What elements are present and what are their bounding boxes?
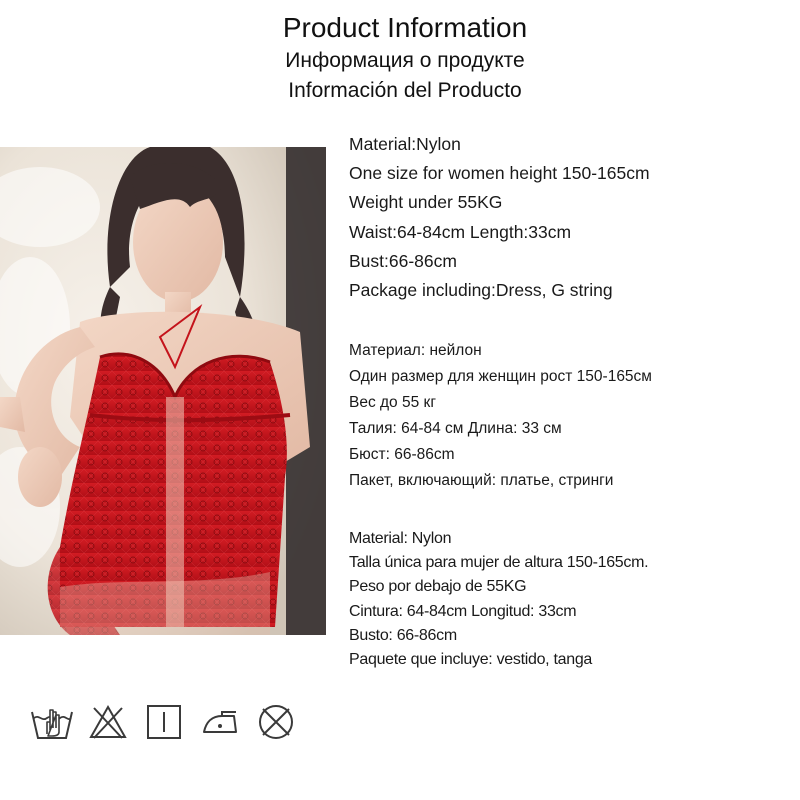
spec-package-es: Paquete que incluye: vestido, tanga xyxy=(349,651,593,669)
care-instructions xyxy=(30,700,298,744)
spec-waist-length-ru: Талия: 64-84 см Длина: 33 см xyxy=(349,420,562,437)
specs-spanish: Material: Nylon Talla única para mujer d… xyxy=(349,527,649,672)
spec-size: One size for women height 150-165cm xyxy=(349,163,650,184)
page-title-russian: Информация о продукте xyxy=(285,49,525,72)
spec-weight-es: Peso por debajo de 55KG xyxy=(349,578,527,596)
spec-material-es: Material: Nylon xyxy=(349,530,452,547)
spec-bust-es: Busto: 66-86cm xyxy=(349,626,457,644)
spec-bust-ru: Бюст: 66-86cm xyxy=(349,446,455,463)
spec-size-es: Talla única para mujer de altura 150-165… xyxy=(349,554,649,572)
spec-weight: Weight under 55KG xyxy=(349,192,503,213)
model-wearing-red-lace-babydoll-image xyxy=(0,147,326,635)
spec-package: Package including:Dress, G string xyxy=(349,280,613,301)
spec-package-ru: Пакет, включающий: платье, стринги xyxy=(349,472,614,489)
spec-size-ru: Один размер для женщин рост 150-165см xyxy=(349,368,652,385)
spec-weight-ru: Вес до 55 кг xyxy=(349,394,436,411)
spec-waist-length: Waist:64-84cm Length:33cm xyxy=(349,221,572,242)
low-iron-icon xyxy=(198,700,242,744)
line-dry-icon xyxy=(142,700,186,744)
spec-waist-length-es: Cintura: 64-84cm Longitud: 33cm xyxy=(349,602,577,620)
product-photo xyxy=(0,147,326,635)
specs-russian: Материал: нейлон Один размер для женщин … xyxy=(349,338,652,494)
do-not-dry-clean-icon xyxy=(254,700,298,744)
do-not-bleach-icon xyxy=(86,700,130,744)
product-info-header: Product Information Информация о продукт… xyxy=(0,10,800,106)
spec-bust: Bust:66-86cm xyxy=(349,250,457,271)
page-title-spanish: Información del Producto xyxy=(288,79,522,102)
specs-english: Material:Nylon One size for women height… xyxy=(349,130,650,305)
hand-wash-icon xyxy=(30,700,74,744)
spec-material: Material:Nylon xyxy=(349,134,461,154)
spec-material-ru: Материал: нейлон xyxy=(349,342,482,359)
page-title: Product Information xyxy=(282,12,528,43)
